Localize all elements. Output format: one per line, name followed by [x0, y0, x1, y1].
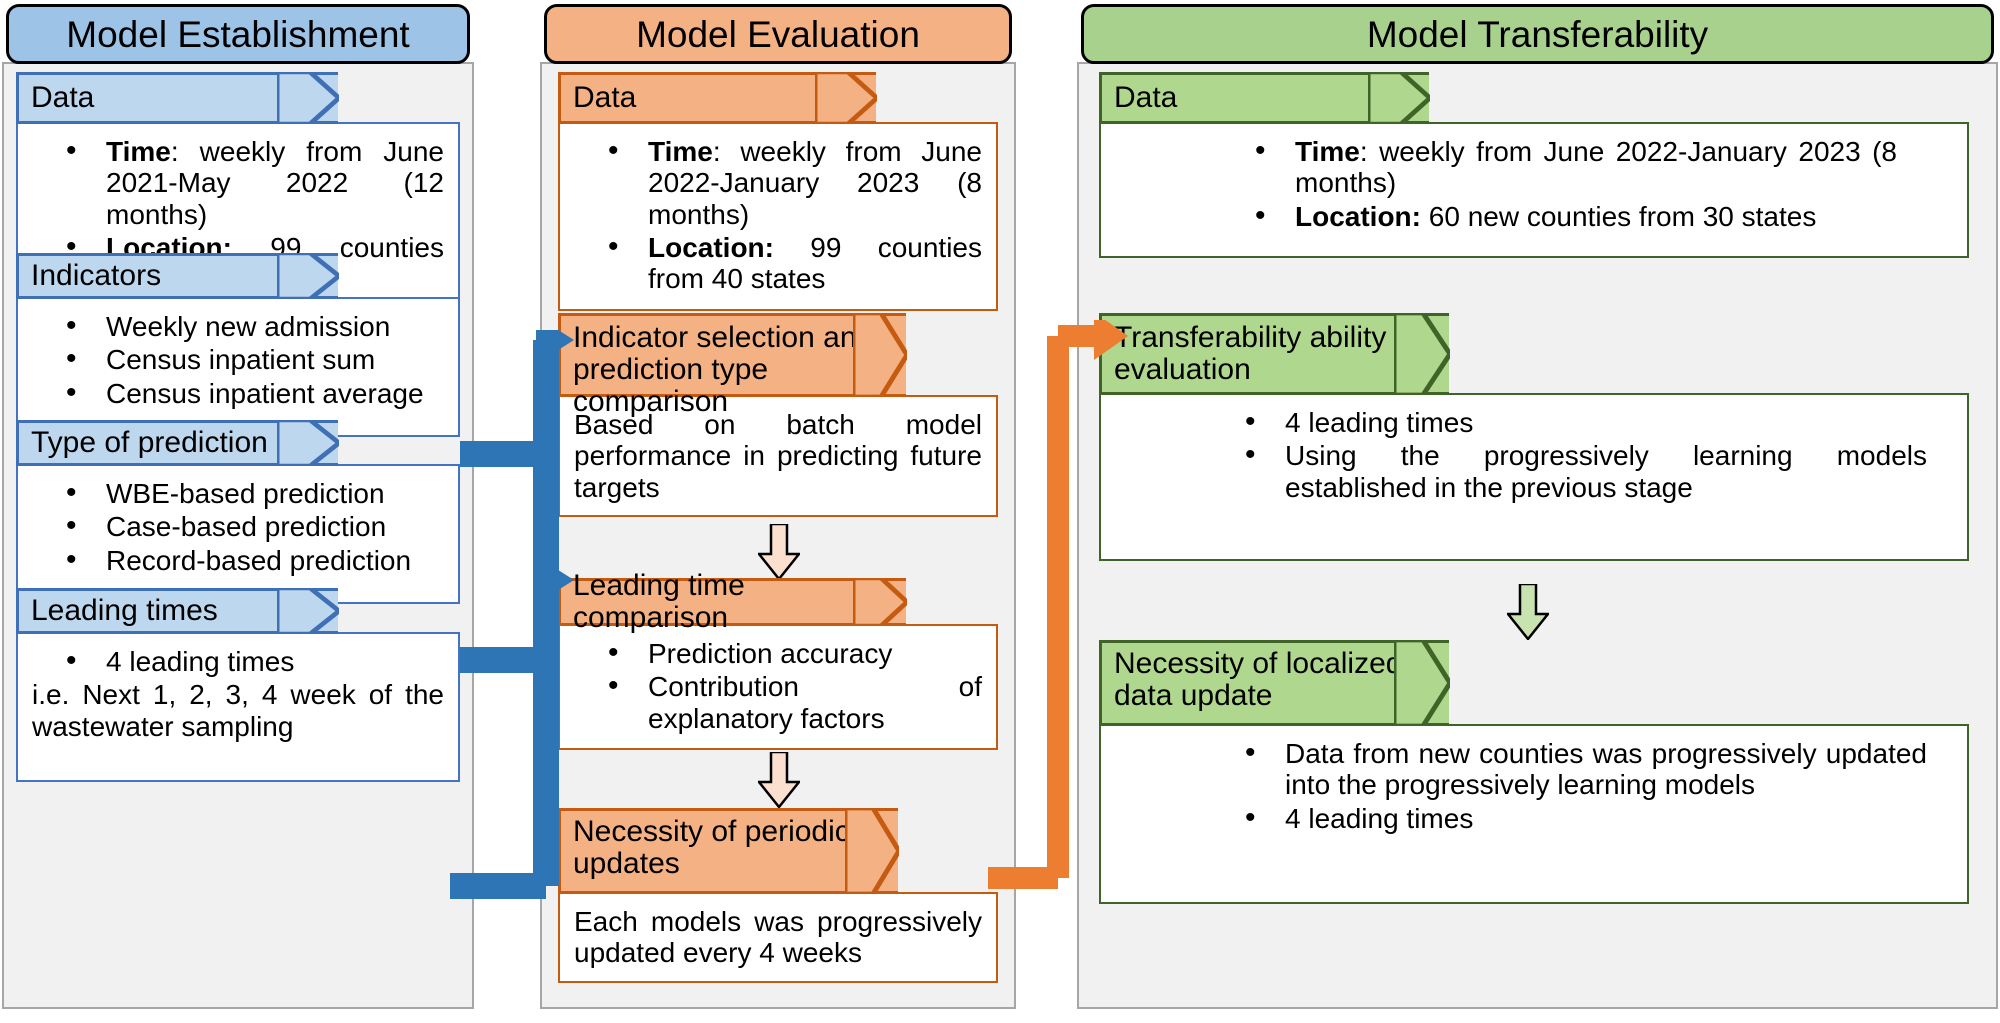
- card-head: Leading time comparison: [558, 570, 907, 633]
- card-head: Necessity of localized data update: [1099, 640, 1450, 726]
- card-data-evaluation[interactable]: Data Time: weekly from June 2022-January…: [558, 72, 998, 311]
- card-head-label: Leading time comparison: [573, 569, 745, 634]
- card-head: Leading times: [16, 588, 339, 634]
- list-item: Census inpatient average: [66, 376, 444, 410]
- card-leading-time-comparison[interactable]: Leading time comparison Prediction accur…: [558, 570, 998, 751]
- card-head: Data: [16, 72, 339, 124]
- card-indicator-selection[interactable]: Indicator selection and prediction type …: [558, 313, 998, 518]
- list-item: Time: weekly from June 2022-January 2023…: [608, 134, 982, 230]
- card-data-transferability[interactable]: Data Time: weekly from June 2022-January…: [1099, 72, 1969, 258]
- list-item: Time: weekly from June 2022-January 2023…: [1255, 134, 1897, 199]
- list-item: 4 leading times: [1245, 405, 1927, 439]
- card-head-label: Indicators: [31, 259, 162, 293]
- card-head-label: Data: [31, 81, 95, 115]
- card-paragraph: Each models was progressively updated ev…: [574, 906, 982, 969]
- card-type-of-prediction[interactable]: Type of prediction WBE-based prediction …: [16, 420, 460, 604]
- list-item: Contribution of explanatory factors: [608, 669, 982, 734]
- card-tail-text: i.e. Next 1, 2, 3, 4 week of the wastewa…: [32, 679, 444, 742]
- card-head-label: Necessity of localized data update: [1114, 647, 1403, 712]
- card-head: Data: [1099, 72, 1430, 124]
- bullet-list: 4 leading times: [32, 644, 444, 678]
- list-item: WBE-based prediction: [66, 476, 444, 510]
- bullet-list: Time: weekly from June 2022-January 2023…: [1221, 134, 1897, 233]
- card-body: Time: weekly from June 2022-January 2023…: [558, 122, 998, 311]
- list-item: 4 leading times: [1245, 801, 1927, 835]
- flowchart-diagram: Model Establishment Data Time: weekly fr…: [0, 0, 2000, 1023]
- list-item: Location: 99 counties from 40 states: [608, 230, 982, 295]
- list-item: Data from new counties was progressively…: [1245, 736, 1927, 801]
- list-item: Case-based prediction: [66, 509, 444, 543]
- list-item: Time: weekly from June 2021-May 2022 (12…: [66, 134, 444, 230]
- card-body: Each models was progressively updated ev…: [558, 892, 998, 983]
- column-model-evaluation: Model Evaluation Data Time: weekly from …: [540, 0, 1016, 1023]
- card-body: WBE-based prediction Case-based predicti…: [16, 464, 460, 604]
- card-body: Weekly new admission Census inpatient su…: [16, 297, 460, 437]
- bullet-list: Weekly new admission Census inpatient su…: [32, 309, 444, 410]
- list-item: Prediction accuracy: [608, 636, 982, 670]
- card-head-label: Type of prediction: [31, 426, 268, 460]
- column-title-transferability: Model Transferability: [1081, 4, 1994, 64]
- bullet-list: WBE-based prediction Case-based predicti…: [32, 476, 444, 577]
- card-body: 4 leading times i.e. Next 1, 2, 3, 4 wee…: [16, 632, 460, 782]
- card-head-label: Data: [1114, 81, 1178, 115]
- card-indicators[interactable]: Indicators Weekly new admission Census i…: [16, 253, 460, 437]
- card-paragraph: Based on batch model performance in pred…: [574, 409, 982, 503]
- card-head: Transferability ability evaluation: [1099, 313, 1450, 395]
- card-body: 4 leading times Using the progressively …: [1099, 393, 1969, 561]
- list-item: Weekly new admission: [66, 309, 444, 343]
- column-title-evaluation: Model Evaluation: [544, 4, 1012, 64]
- pennant-icon: [277, 588, 339, 634]
- column-model-establishment: Model Establishment Data Time: weekly fr…: [2, 0, 474, 1023]
- card-necessity-localized-data-update[interactable]: Necessity of localized data update Data …: [1099, 640, 1969, 904]
- bullet-list: Data from new counties was progressively…: [1211, 736, 1927, 835]
- pennant-icon: [277, 420, 339, 466]
- card-head-label: Transferability ability evaluation: [1114, 321, 1387, 386]
- list-item: Record-based prediction: [66, 543, 444, 577]
- list-item: 4 leading times: [66, 644, 444, 678]
- list-item: Census inpatient sum: [66, 342, 444, 376]
- list-item: Using the progressively learning models …: [1245, 438, 1927, 503]
- card-head: Necessity of periodical updates: [558, 808, 899, 894]
- card-body: Data from new counties was progressively…: [1099, 724, 1969, 904]
- card-head-label: Indicator selection and prediction type …: [573, 321, 874, 418]
- card-head: Indicator selection and prediction type …: [558, 313, 907, 417]
- bullet-list: 4 leading times Using the progressively …: [1211, 405, 1927, 503]
- list-item: Location: 60 new counties from 30 states: [1255, 199, 1897, 233]
- pennant-icon: [277, 72, 339, 124]
- down-arrow-icon: [758, 752, 800, 808]
- card-leading-times[interactable]: Leading times 4 leading times i.e. Next …: [16, 588, 460, 782]
- down-arrow-icon: [1507, 584, 1549, 640]
- card-head: Indicators: [16, 253, 339, 299]
- bullet-list: Time: weekly from June 2022-January 2023…: [574, 134, 982, 295]
- card-head-label: Data: [573, 81, 637, 115]
- card-head-label: Leading times: [31, 594, 218, 628]
- card-head: Data: [558, 72, 877, 124]
- card-transferability-ability-evaluation[interactable]: Transferability ability evaluation 4 lea…: [1099, 313, 1969, 561]
- column-model-transferability: Model Transferability Data Time: weekly …: [1077, 0, 1998, 1023]
- card-body: Time: weekly from June 2022-January 2023…: [1099, 122, 1969, 258]
- card-head: Type of prediction: [16, 420, 339, 466]
- bullet-list: Prediction accuracy Contribution of expl…: [574, 636, 982, 734]
- pennant-icon: [277, 253, 339, 299]
- card-body: Prediction accuracy Contribution of expl…: [558, 624, 998, 751]
- card-head-label: Necessity of periodical updates: [573, 815, 874, 880]
- card-necessity-periodical-updates[interactable]: Necessity of periodical updates Each mod…: [558, 808, 998, 983]
- column-title-establishment: Model Establishment: [6, 4, 470, 64]
- pennant-icon: [815, 72, 877, 124]
- pennant-icon: [1368, 72, 1430, 124]
